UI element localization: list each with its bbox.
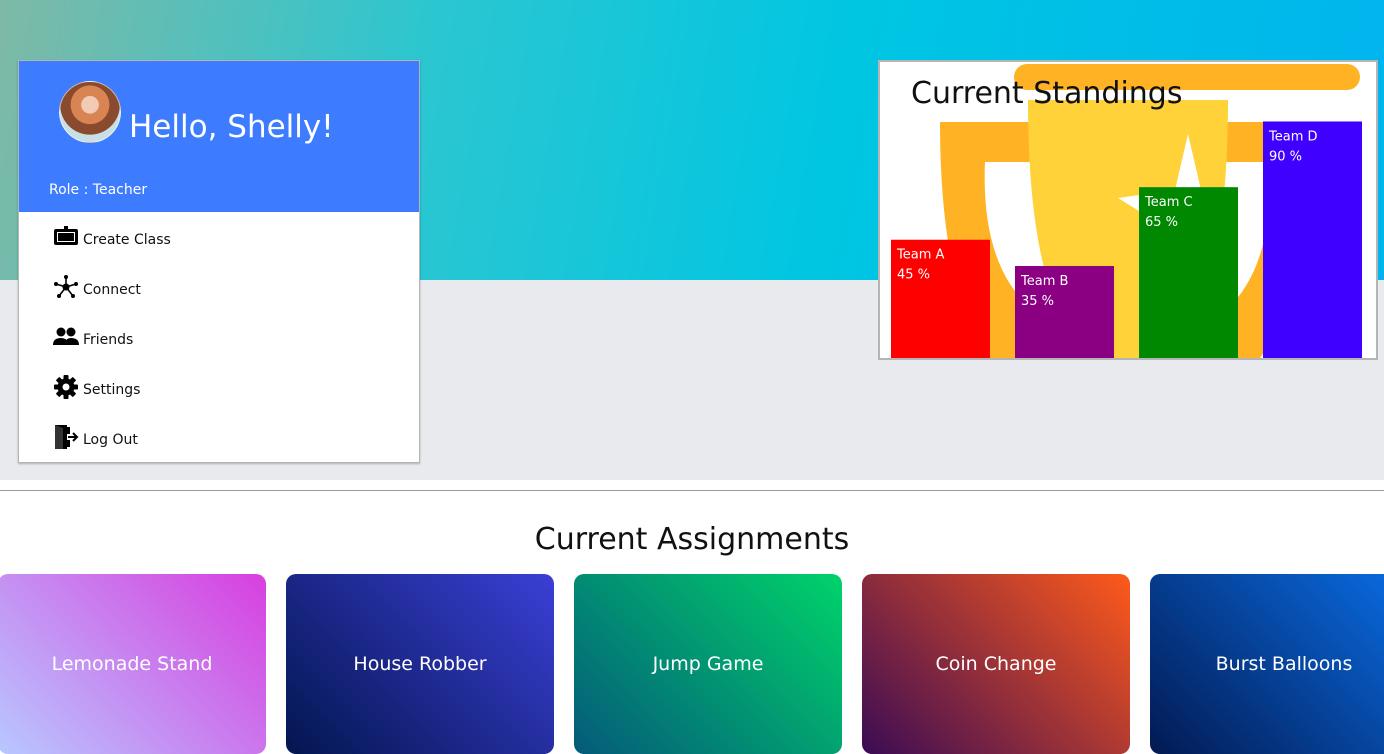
assignment-card-jump-game[interactable]: Jump Game: [574, 574, 842, 754]
assignment-card-label: House Robber: [353, 653, 487, 675]
menu-item-create-class[interactable]: Create Class: [53, 220, 171, 250]
assignment-card-label: Burst Balloons: [1215, 653, 1353, 675]
assignments-title: Current Assignments: [534, 522, 850, 557]
menu-item-label: Create Class: [83, 232, 171, 248]
profile-card: Hello, Shelly! Role : Teacher Create Cla…: [18, 60, 420, 463]
bar-value-label: 65 %: [1145, 215, 1178, 230]
network-icon: [53, 274, 79, 300]
assignment-card-lemonade-stand[interactable]: Lemonade Stand: [0, 574, 266, 754]
assignment-card-burst-balloons[interactable]: Burst Balloons: [1150, 574, 1384, 754]
gear-icon: [53, 374, 79, 400]
assignment-card-house-robber[interactable]: House Robber: [286, 574, 554, 754]
bar-category-label: Team C: [1144, 195, 1193, 210]
menu-item-connect[interactable]: Connect: [53, 270, 141, 300]
assignment-card-label: Jump Game: [652, 653, 764, 675]
role-label: Role : Teacher: [49, 182, 148, 198]
avatar[interactable]: [59, 81, 121, 143]
menu-item-settings[interactable]: Settings: [53, 370, 140, 400]
bar-category-label: Team B: [1020, 274, 1068, 289]
tv-icon: [53, 224, 79, 250]
logout-icon: [53, 424, 79, 450]
standings-title: Current Standings: [911, 76, 1183, 111]
standings-panel: Current Standings Team A 45 % Team B 35 % Te…: [878, 60, 1378, 360]
section-divider: [0, 490, 1384, 491]
bar-value-label: 45 %: [897, 268, 930, 283]
menu-item-label: Friends: [83, 332, 134, 348]
menu-item-label: Settings: [83, 382, 141, 398]
menu-item-log-out[interactable]: Log Out: [53, 420, 138, 450]
profile-header: Hello, Shelly! Role : Teacher: [19, 61, 419, 212]
bar-value-label: 35 %: [1021, 294, 1054, 309]
bar-category-label: Team A: [896, 248, 944, 263]
menu-item-label: Log Out: [83, 432, 138, 448]
greeting: Hello, Shelly!: [129, 109, 334, 145]
bar-category-label: Team D: [1268, 129, 1318, 144]
assignment-card-label: Coin Change: [935, 653, 1057, 675]
people-icon: [53, 324, 79, 350]
bar-team-c: [1139, 187, 1238, 358]
assignment-card-coin-change[interactable]: Coin Change: [862, 574, 1130, 754]
menu-item-friends[interactable]: Friends: [53, 320, 133, 350]
menu-item-label: Connect: [83, 282, 141, 298]
bar-value-label: 90 %: [1269, 149, 1302, 164]
assignment-card-label: Lemonade Stand: [51, 653, 213, 675]
